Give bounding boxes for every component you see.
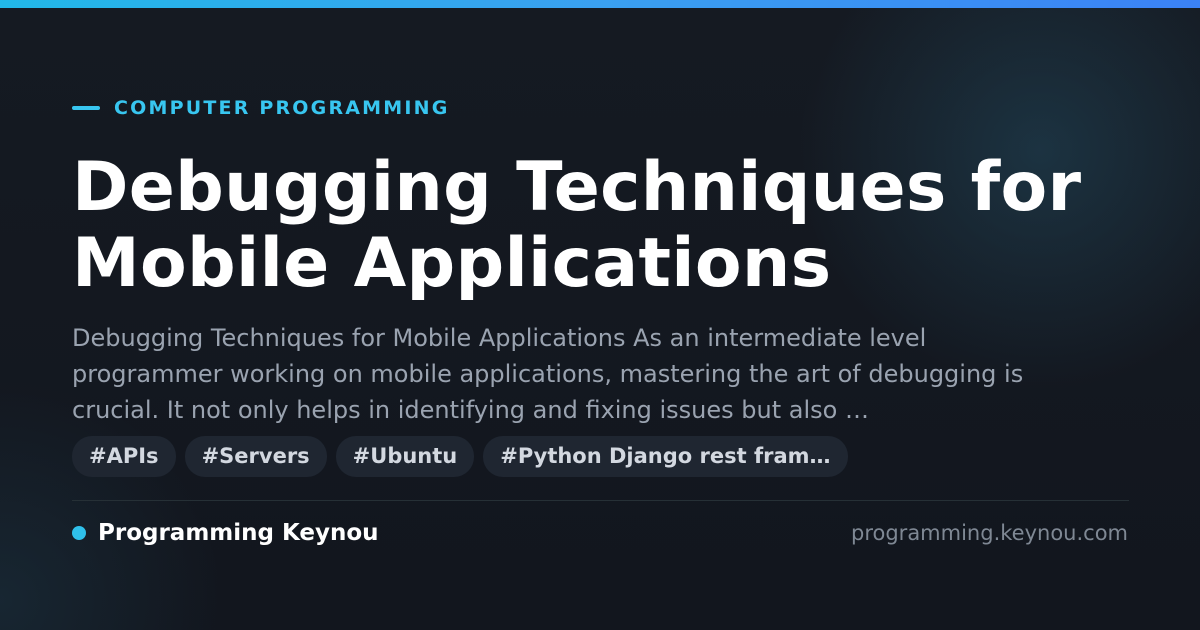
article-title: Debugging Techniques for Mobile Applicat… — [72, 148, 1082, 303]
tag-servers[interactable]: #Servers — [184, 436, 327, 477]
dash-icon — [72, 106, 100, 110]
tag-python-django[interactable]: #Python Django rest fram… — [483, 436, 848, 477]
share-card: COMPUTER PROGRAMMING Debugging Technique… — [0, 0, 1200, 630]
brand: Programming Keynou — [72, 518, 379, 548]
dot-icon — [72, 526, 86, 540]
accent-top-bar — [0, 0, 1200, 8]
site-url: programming.keynou.com — [851, 521, 1128, 545]
tag-ubuntu[interactable]: #Ubuntu — [335, 436, 475, 477]
article-summary: Debugging Techniques for Mobile Applicat… — [72, 324, 1024, 424]
tag-apis[interactable]: #APIs — [72, 436, 176, 477]
category-kicker: COMPUTER PROGRAMMING — [72, 97, 450, 119]
category-label: COMPUTER PROGRAMMING — [114, 97, 450, 119]
brand-name: Programming Keynou — [98, 520, 379, 546]
footer-divider — [72, 500, 1129, 501]
tag-list: #APIs #Servers #Ubuntu #Python Django re… — [72, 436, 848, 477]
